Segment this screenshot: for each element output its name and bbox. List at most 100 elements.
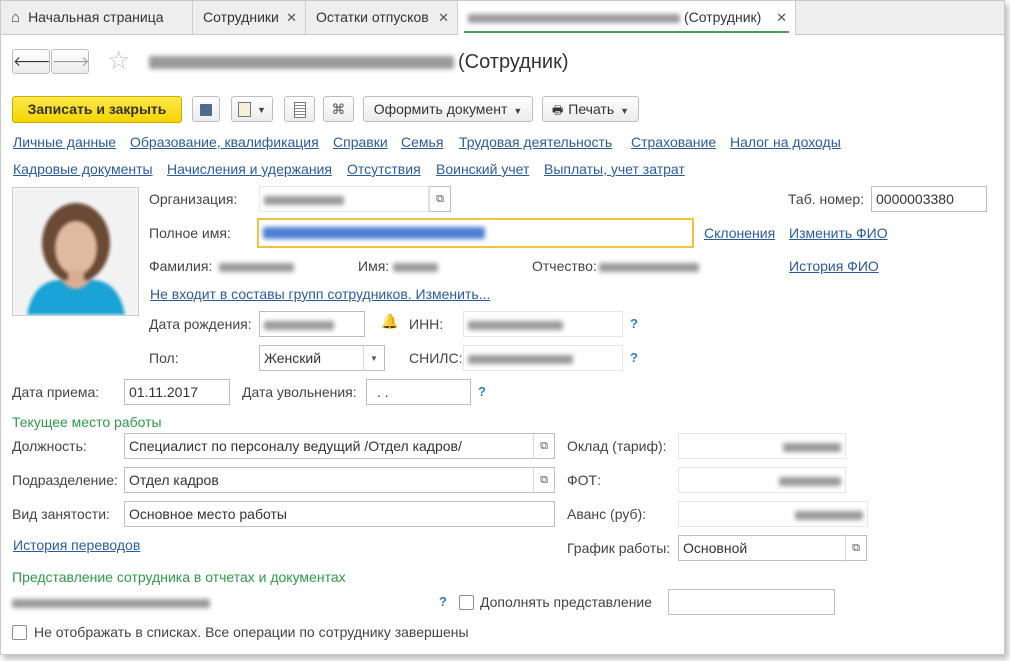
tab-employees-label: Сотрудники — [203, 9, 279, 25]
page-title-suffix: (Сотрудник) — [458, 51, 569, 73]
fot-label: ФОТ: — [567, 472, 601, 488]
presentation-value-blurred — [12, 599, 210, 608]
declension-link[interactable]: Склонения — [704, 225, 775, 241]
close-icon[interactable]: ✕ — [776, 1, 787, 34]
fot-value-blurred — [779, 476, 841, 486]
position-field[interactable]: Специалист по персоналу ведущий /Отдел к… — [124, 433, 534, 459]
employment-type-field[interactable]: Основное место работы — [124, 501, 555, 527]
link-absences[interactable]: Отсутствия — [347, 161, 421, 177]
link-certificates[interactable]: Справки — [333, 134, 388, 150]
schedule-label: График работы: — [567, 540, 671, 556]
tab-employee-card[interactable]: (Сотрудник) ✕ — [458, 1, 796, 35]
open-icon: ⧉ — [436, 193, 444, 205]
advance-label: Аванс (руб): — [567, 506, 647, 522]
snils-help-icon[interactable]: ? — [630, 350, 638, 365]
snils-field[interactable] — [463, 345, 623, 371]
chevron-down-icon: ▼ — [620, 106, 630, 116]
tab-bar: ⌂ Начальная страница Сотрудники ✕ Остатки… — [1, 1, 1004, 35]
advance-field[interactable] — [678, 501, 868, 527]
position-open-button[interactable]: ⧉ — [533, 433, 555, 459]
report-list-button[interactable] — [284, 96, 315, 122]
tab-home-label: Начальная страница — [28, 9, 164, 25]
inn-help-icon[interactable]: ? — [630, 316, 638, 331]
link-work-history[interactable]: Трудовая деятельность — [459, 134, 612, 150]
tab-home[interactable]: ⌂ Начальная страница — [1, 1, 193, 34]
link-education[interactable]: Образование, квалификация — [130, 134, 319, 150]
link-hr-documents[interactable]: Кадровые документы — [13, 161, 153, 177]
link-accruals[interactable]: Начисления и удержания — [167, 161, 332, 177]
department-open-button[interactable]: ⧉ — [533, 467, 555, 493]
advance-value-blurred — [795, 510, 863, 520]
chevron-down-icon: ▼ — [257, 105, 266, 115]
tab-employees[interactable]: Сотрудники ✕ — [193, 1, 306, 34]
department-field[interactable]: Отдел кадров — [124, 467, 534, 493]
tab-number-field[interactable]: 0000003380 — [871, 186, 987, 212]
link-payments[interactable]: Выплаты, учет затрат — [544, 161, 685, 177]
salary-label: Оклад (тариф): — [567, 438, 667, 454]
person-photo-icon — [13, 188, 138, 315]
link-insurance[interactable]: Страхование — [631, 134, 716, 150]
gender-select[interactable]: Женский — [259, 345, 364, 371]
floppy-icon — [200, 103, 212, 116]
tab-number-label: Таб. номер: — [788, 191, 865, 207]
inn-field[interactable] — [463, 311, 623, 337]
position-label: Должность: — [12, 438, 87, 454]
birth-date-value-blurred — [264, 320, 334, 330]
link-family[interactable]: Семья — [401, 134, 443, 150]
employee-photo[interactable] — [12, 187, 139, 316]
surname-label: Фамилия: — [149, 258, 213, 274]
close-icon[interactable]: ✕ — [286, 1, 297, 34]
first-name-value-blurred — [393, 263, 438, 272]
dismissal-date-field[interactable]: . . — [366, 379, 471, 405]
save-and-close-button[interactable]: Записать и закрыть — [12, 96, 182, 123]
schedule-field[interactable]: Основной — [678, 535, 846, 561]
change-name-link[interactable]: Изменить ФИО — [789, 225, 888, 241]
groups-link[interactable]: Не входит в составы групп сотрудников. И… — [150, 286, 490, 302]
link-military[interactable]: Воинский учет — [436, 161, 529, 177]
back-button[interactable]: 🡐 — [12, 49, 51, 74]
salary-field[interactable] — [678, 433, 846, 459]
name-history-link[interactable]: История ФИО — [789, 258, 879, 274]
chevron-down-icon: ▼ — [370, 354, 378, 363]
surname-value-blurred — [219, 263, 294, 272]
birth-date-field[interactable] — [259, 311, 365, 337]
create-document-label: Оформить документ — [373, 101, 508, 117]
favorite-star-icon[interactable]: ☆ — [107, 45, 130, 76]
link-income-tax[interactable]: Налог на доходы — [730, 134, 841, 150]
chevron-down-icon: ▼ — [513, 106, 523, 116]
current-workplace-title: Текущее место работы — [12, 414, 162, 430]
first-name-label: Имя: — [358, 258, 390, 274]
tab-vacation-balance[interactable]: Остатки отпусков ✕ — [306, 1, 458, 34]
presentation-help-icon[interactable]: ? — [439, 594, 447, 609]
print-button[interactable]: 🖶 Печать ▼ — [542, 96, 639, 122]
schedule-open-button[interactable]: ⧉ — [845, 535, 867, 561]
hire-date-field[interactable]: 01.11.2017 — [124, 379, 230, 405]
organization-open-button[interactable]: ⧉ — [429, 186, 451, 212]
attach-button[interactable]: ⌘ — [323, 96, 354, 122]
organization-field[interactable] — [259, 186, 429, 212]
forward-button[interactable]: 🡒 — [51, 49, 90, 74]
patronymic-label: Отчество: — [532, 258, 597, 274]
home-icon: ⌂ — [11, 9, 21, 26]
supplement-field[interactable] — [668, 589, 835, 615]
supplement-checkbox[interactable] — [459, 595, 474, 610]
dismissal-help-icon[interactable]: ? — [478, 384, 486, 399]
hide-in-lists-checkbox[interactable] — [12, 625, 27, 640]
hire-date-label: Дата приема: — [12, 384, 100, 400]
close-icon[interactable]: ✕ — [438, 1, 449, 34]
department-label: Подразделение: — [12, 472, 118, 488]
employment-type-label: Вид занятости: — [12, 506, 110, 522]
link-personal-data[interactable]: Личные данные — [13, 134, 116, 150]
full-name-label: Полное имя: — [149, 225, 231, 241]
transfers-history-link[interactable]: История переводов — [13, 537, 140, 553]
gender-dropdown-button[interactable]: ▼ — [363, 345, 385, 371]
full-name-field[interactable] — [257, 218, 694, 248]
salary-value-blurred — [783, 442, 841, 452]
create-document-button[interactable]: Оформить документ ▼ — [363, 96, 533, 122]
fot-field[interactable] — [678, 467, 846, 493]
inn-label: ИНН: — [409, 316, 444, 332]
tab-employee-card-label: (Сотрудник) — [684, 9, 762, 25]
save-button[interactable] — [192, 96, 220, 122]
create-based-on-button[interactable]: ▼ — [231, 96, 273, 122]
arrow-right-icon: 🡒 — [52, 53, 90, 69]
